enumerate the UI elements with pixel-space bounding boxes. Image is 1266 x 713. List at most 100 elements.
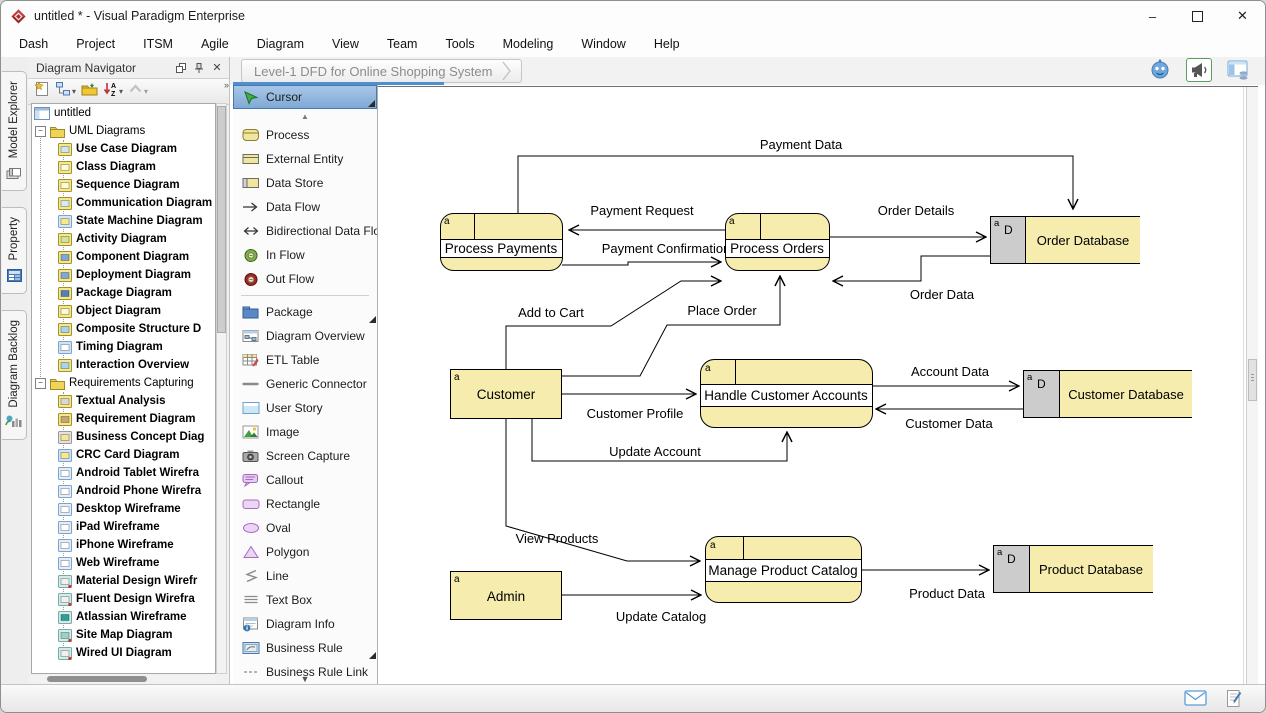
menu-itsm[interactable]: ITSM [129,31,187,57]
dropdown-caret[interactable]: ▾ [72,87,76,96]
tree-item-business-concept-diag[interactable]: Business Concept Diag [32,428,215,446]
palette-item-rectangle[interactable]: Rectangle [233,492,377,516]
menu-modeling[interactable]: Modeling [489,31,568,57]
tree-item-requirements-capturing[interactable]: −Requirements Capturing [32,374,215,392]
dropdown-caret[interactable]: ▾ [144,87,148,96]
tree-item-iphone-wireframe[interactable]: iPhone Wireframe [32,536,215,554]
tree-item-atlassian-wireframe[interactable]: Atlassian Wireframe [32,608,215,626]
palette-item-line[interactable]: Line [233,564,377,588]
tree-item-deployment-diagram[interactable]: Deployment Diagram [32,266,215,284]
palette-scroll-down-icon[interactable]: ▼ [233,674,377,684]
menu-window[interactable]: Window [567,31,639,57]
menu-diagram[interactable]: Diagram [243,31,318,57]
collapse-expander-icon[interactable]: − [35,126,46,137]
collapse-expander-icon[interactable]: − [35,378,46,389]
menu-agile[interactable]: Agile [187,31,243,57]
palette-item-bidirectional-data-flow[interactable]: Bidirectional Data Flow [233,219,377,243]
tree-item-web-wireframe[interactable]: Web Wireframe [32,554,215,572]
tree-item-object-diagram[interactable]: Object Diagram [32,302,215,320]
manage-product-catalog-node[interactable]: a Manage Product Catalog [706,537,862,603]
palette-item-data-flow[interactable]: Data Flow [233,195,377,219]
tree-item-site-map-diagram[interactable]: Site Map Diagram [32,626,215,644]
palette-item-external-entity[interactable]: External Entity [233,147,377,171]
palette-item-in-flow[interactable]: In Flow [233,243,377,267]
tree-item-class-diagram[interactable]: Class Diagram [32,158,215,176]
palette-item-etl-table[interactable]: ETL Table [233,348,377,372]
menu-view[interactable]: View [318,31,373,57]
tree-item-desktop-wireframe[interactable]: Desktop Wireframe [32,500,215,518]
menu-team[interactable]: Team [373,31,432,57]
flow-order-data[interactable] [833,256,990,281]
handle-customer-accounts-node[interactable]: a Handle Customer Accounts [701,360,873,428]
tree-item-textual-analysis[interactable]: Textual Analysis [32,392,215,410]
palette-item-process[interactable]: Process [233,123,377,147]
tree-item-use-case-diagram[interactable]: Use Case Diagram [32,140,215,158]
mail-icon[interactable] [1184,690,1208,712]
group-by-icon[interactable]: ▾ [53,80,78,103]
palette-item-diagram-overview[interactable]: Diagram Overview [233,324,377,348]
close-icon[interactable]: ✕ [209,61,225,75]
palette-scroll-up-icon[interactable]: ▲ [233,109,377,123]
palette-item-text-box[interactable]: Text Box [233,588,377,612]
tree-item-fluent-design-wirefra[interactable]: Fluent Design Wirefra [32,590,215,608]
dropdown-caret[interactable]: ▾ [119,87,123,96]
close-button[interactable]: ✕ [1220,1,1265,31]
palette-item-cursor[interactable]: Cursor [233,85,377,109]
float-window-icon[interactable] [173,61,189,75]
palette-item-polygon[interactable]: Polygon [233,540,377,564]
tree-item-component-diagram[interactable]: Component Diagram [32,248,215,266]
palette-item-business-rule[interactable]: Business Rule [233,636,377,660]
maximize-button[interactable] [1175,1,1220,31]
product-database-node[interactable]: a D Product Database [994,546,1154,593]
tree-item-material-design-wirefr[interactable]: Material Design Wirefr [32,572,215,590]
tree-item-state-machine-diagram[interactable]: State Machine Diagram [32,212,215,230]
palette-item-user-story[interactable]: User Story [233,396,377,420]
side-tab-model-explorer[interactable]: Model Explorer [2,71,27,191]
palette-item-out-flow[interactable]: Out Flow [233,267,377,291]
side-tab-property[interactable]: Property [2,207,27,293]
menu-dash[interactable]: Dash [5,31,62,57]
tree-item-ipad-wireframe[interactable]: iPad Wireframe [32,518,215,536]
process-orders-node[interactable]: a Process Orders [726,214,830,271]
palette-item-callout[interactable]: Callout [233,468,377,492]
tree-item-activity-diagram[interactable]: Activity Diagram [32,230,215,248]
side-tab-diagram-backlog[interactable]: Diagram Backlog [2,310,27,441]
sort-icon[interactable]: AZ▾ [101,80,125,103]
bot-icon[interactable] [1147,58,1173,82]
admin-node[interactable]: a Admin [451,572,562,620]
breadcrumb[interactable]: Level-1 DFD for Online Shopping System [241,59,522,83]
new-diagram-icon[interactable] [32,80,52,103]
process-payments-node[interactable]: a Process Payments [441,214,563,271]
menu-project[interactable]: Project [62,31,129,57]
palette-item-package[interactable]: Package [233,300,377,324]
tree-item-package-diagram[interactable]: Package Diagram [32,284,215,302]
menu-tools[interactable]: Tools [431,31,488,57]
tree-item-crc-card-diagram[interactable]: CRC Card Diagram [32,446,215,464]
open-folder-icon[interactable] [79,81,100,103]
minimize-button[interactable]: – [1130,1,1175,31]
navigator-vertical-scrollbar[interactable] [216,103,227,674]
tree-item-interaction-overview[interactable]: Interaction Overview [32,356,215,374]
tree-item-android-tablet-wirefra[interactable]: Android Tablet Wirefra [32,464,215,482]
customer-database-node[interactable]: a D Customer Database [1024,371,1193,418]
tree-item-communication-diagram[interactable]: Communication Diagram [32,194,215,212]
palette-item-oval[interactable]: Oval [233,516,377,540]
tree-item-wired-ui-diagram[interactable]: Wired UI Diagram [32,644,215,662]
panel-layout-icon[interactable] [1225,58,1251,82]
tree-item-composite-structure-d[interactable]: Composite Structure D [32,320,215,338]
palette-item-diagram-info[interactable]: Diagram Info [233,612,377,636]
palette-item-generic-connector[interactable]: Generic Connector [233,372,377,396]
palette-item-image[interactable]: Image [233,420,377,444]
up-icon[interactable]: ▾ [126,81,150,102]
tree-item-uml-diagrams[interactable]: −UML Diagrams [32,122,215,140]
tree-item-requirement-diagram[interactable]: Requirement Diagram [32,410,215,428]
palette-item-data-store[interactable]: Data Store [233,171,377,195]
canvas-vertical-scrollbar[interactable] [1246,87,1258,685]
megaphone-icon[interactable] [1186,58,1212,82]
tree-item-untitled[interactable]: untitled [32,104,215,122]
diagram-canvas[interactable]: Payment Data Payment Request Payment Con… [378,86,1258,685]
order-database-node[interactable]: a D Order Database [991,217,1141,264]
pin-icon[interactable] [191,61,207,75]
tree-item-timing-diagram[interactable]: Timing Diagram [32,338,215,356]
tree-item-sequence-diagram[interactable]: Sequence Diagram [32,176,215,194]
